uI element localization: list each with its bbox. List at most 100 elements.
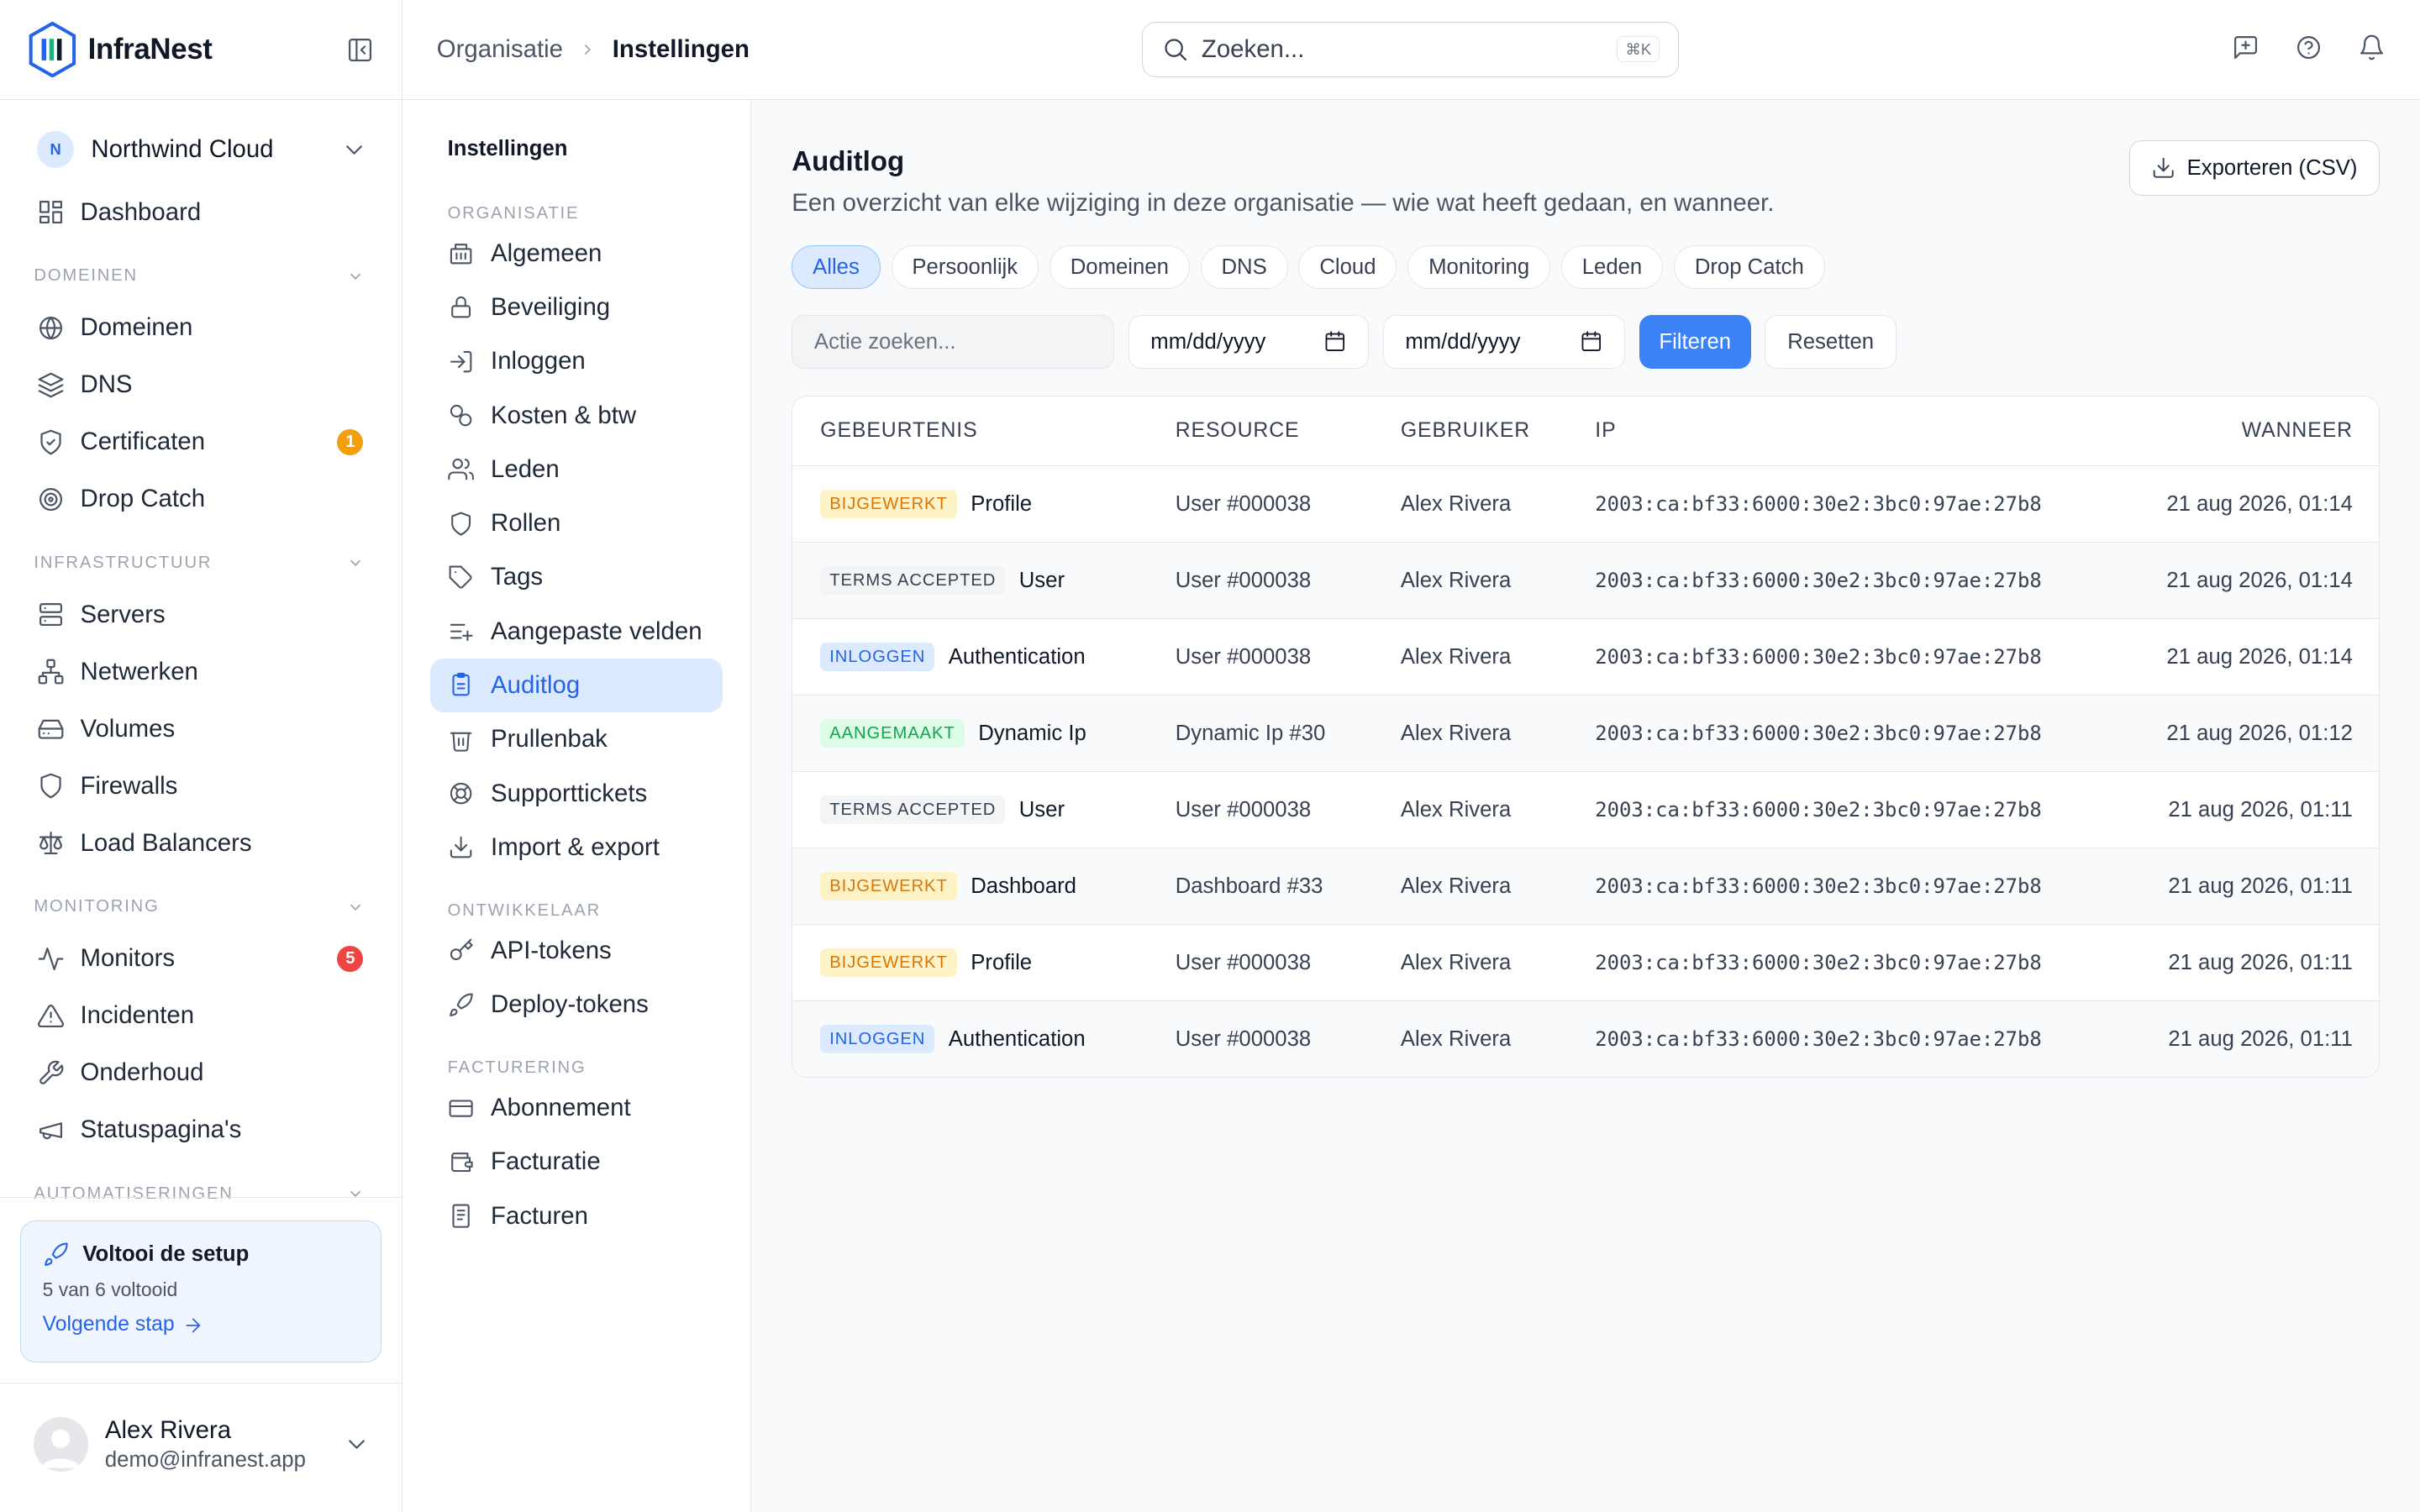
event-type-badge: INLOGGEN — [820, 1025, 935, 1054]
action-search-placeholder: Actie zoeken... — [813, 329, 956, 354]
chevron-right-icon — [585, 45, 592, 55]
org-switcher[interactable]: N Northwind Cloud — [0, 100, 402, 183]
table-row[interactable]: INLOGGEN Authentication User #000038 Ale… — [792, 618, 2380, 695]
settings-item-inloggen[interactable]: Inloggen — [430, 334, 723, 388]
sidebar-item-volumes[interactable]: Volumes — [0, 701, 402, 758]
bell-icon[interactable] — [2358, 34, 2386, 61]
nav-section-automatiseringen[interactable]: AUTOMATISERINGEN — [0, 1171, 402, 1217]
filter-chip-dns[interactable]: DNS — [1200, 245, 1288, 289]
settings-item-tags[interactable]: Tags — [430, 550, 723, 604]
settings-item-auditlog[interactable]: Auditlog — [430, 658, 723, 713]
filter-chip-leden[interactable]: Leden — [1560, 245, 1664, 289]
resource-cell: User #000038 — [1175, 1026, 1312, 1051]
sidebar-item-firewalls[interactable]: Firewalls — [0, 758, 402, 815]
sidebar-item-servers[interactable]: Servers — [0, 586, 402, 643]
sidebar-item-drop-catch[interactable]: Drop Catch — [0, 470, 402, 528]
user-menu[interactable]: Alex Rivera demo@infranest.app — [34, 1416, 370, 1473]
sidebar-item-label: Netwerken — [80, 657, 198, 685]
network-icon — [38, 659, 64, 685]
arrow-right-icon — [186, 1318, 201, 1332]
settings-item-import-en-export[interactable]: Import & export — [430, 821, 723, 874]
sidebar-item-dashboard[interactable]: Dashboard — [0, 184, 402, 241]
settings-item-supporttickets[interactable]: Supporttickets — [430, 766, 723, 820]
settings-item-label: Facturen — [491, 1201, 588, 1230]
sidebar-collapse-icon[interactable] — [346, 36, 374, 64]
sidebar-item-onderhoud[interactable]: Onderhoud — [0, 1044, 402, 1101]
date-to-field[interactable]: mm/dd/yyyy — [1382, 315, 1625, 370]
settings-item-label: API-tokens — [491, 936, 612, 964]
nav-section-monitoring[interactable]: MONITORING — [0, 884, 402, 930]
settings-item-facturatie[interactable]: Facturatie — [430, 1135, 723, 1189]
content: Instellingen ORGANISATIE Algemeen Beveil… — [402, 100, 2420, 1512]
settings-item-api-tokens[interactable]: API-tokens — [430, 924, 723, 978]
column-header: WANNEER — [2241, 418, 2353, 442]
filter-chip-cloud[interactable]: Cloud — [1298, 245, 1397, 289]
table-row[interactable]: INLOGGEN Authentication User #000038 Ale… — [792, 1000, 2380, 1078]
date-from-field[interactable]: mm/dd/yyyy — [1128, 315, 1370, 370]
filter-chip-drop-catch[interactable]: Drop Catch — [1673, 245, 1825, 289]
export-csv-button[interactable]: Exporteren (CSV) — [2128, 140, 2381, 197]
user-cell: Alex Rivera — [1400, 568, 1512, 592]
sidebar-item-monitors[interactable]: Monitors 5 — [0, 930, 402, 987]
settings-item-deploy-tokens[interactable]: Deploy-tokens — [430, 978, 723, 1032]
divider — [0, 1197, 402, 1198]
next-step-link[interactable]: Volgende stap — [43, 1313, 359, 1336]
search-input[interactable]: Zoeken... ⌘K — [1142, 21, 1680, 77]
help-icon[interactable] — [2295, 34, 2323, 61]
event-cell: TERMS ACCEPTED User — [792, 566, 1175, 596]
settings-item-algemeen[interactable]: Algemeen — [430, 227, 723, 281]
table-row[interactable]: BIJGEWERKT Dashboard Dashboard #33 Alex … — [792, 848, 2380, 925]
settings-item-prullenbak[interactable]: Prullenbak — [430, 712, 723, 766]
settings-item-leden[interactable]: Leden — [430, 443, 723, 496]
sidebar-item-label: Volumes — [80, 714, 176, 743]
settings-item-rollen[interactable]: Rollen — [430, 496, 723, 550]
filter-button[interactable]: Filteren — [1639, 315, 1751, 370]
reset-button[interactable]: Resetten — [1765, 315, 1897, 370]
event-type-badge: TERMS ACCEPTED — [820, 566, 1006, 596]
search-placeholder: Zoeken... — [1201, 34, 1305, 63]
table-row[interactable]: TERMS ACCEPTED User User #000038 Alex Ri… — [792, 542, 2380, 619]
auditlog-panel: Auditlog Een overzicht van elke wijzigin… — [751, 100, 2420, 1512]
table-row[interactable]: TERMS ACCEPTED User User #000038 Alex Ri… — [792, 771, 2380, 848]
settings-item-aangepaste-velden[interactable]: Aangepaste velden — [430, 605, 723, 659]
table-row[interactable]: AANGEMAAKT Dynamic Ip Dynamic Ip #30 Ale… — [792, 695, 2380, 772]
filter-chip-alles[interactable]: Alles — [792, 245, 881, 289]
filter-chip-domeinen[interactable]: Domeinen — [1049, 245, 1190, 289]
nav-section-domeinen[interactable]: DOMEINEN — [0, 253, 402, 299]
settings-item-beveiliging[interactable]: Beveiliging — [430, 281, 723, 334]
table-row[interactable]: BIJGEWERKT Profile User #000038 Alex Riv… — [792, 924, 2380, 1000]
top-actions — [2232, 34, 2386, 61]
timestamp-cell: 21 aug 2026, 01:11 — [2168, 1026, 2353, 1051]
sidebar-item-domeinen[interactable]: Domeinen — [0, 299, 402, 356]
settings-item-kosten-en-btw[interactable]: Kosten & btw — [430, 388, 723, 442]
sidebar-item-load-balancers[interactable]: Load Balancers — [0, 815, 402, 872]
sidebar-item-certificaten[interactable]: Certificaten 1 — [0, 413, 402, 470]
table-row[interactable]: BIJGEWERKT Profile User #000038 Alex Riv… — [792, 465, 2380, 542]
nav-section-infrastructuur[interactable]: INFRASTRUCTUUR — [0, 540, 402, 586]
count-badge: 5 — [337, 945, 364, 972]
breadcrumb-organisatie[interactable]: Organisatie — [437, 35, 563, 64]
sidebar-item-dns[interactable]: DNS — [0, 356, 402, 413]
event-cell: BIJGEWERKT Profile — [792, 490, 1175, 519]
user-cell: Alex Rivera — [1400, 797, 1512, 822]
nav-section-title: MONITORING — [34, 897, 160, 916]
settings-item-facturen[interactable]: Facturen — [430, 1189, 723, 1243]
settings-item-abonnement[interactable]: Abonnement — [430, 1081, 723, 1135]
feedback-icon[interactable] — [2232, 34, 2260, 61]
sidebar-item-label: Dashboard — [80, 197, 202, 226]
filter-chip-monitoring[interactable]: Monitoring — [1407, 245, 1551, 289]
action-search-input[interactable]: Actie zoeken... — [792, 315, 1115, 370]
chevron-down-icon — [350, 559, 361, 567]
filter-bar: Actie zoeken... mm/dd/yyyy mm/dd/yyyy Fi… — [792, 315, 2380, 370]
timestamp-cell: 21 aug 2026, 01:11 — [2168, 874, 2353, 898]
sidebar-item-statuspagina-s[interactable]: Statuspagina's — [0, 1101, 402, 1158]
settings-section-title: ONTWIKKELAAR — [447, 901, 602, 921]
column-header: IP — [1595, 418, 1617, 442]
sidebar-item-label: DNS — [80, 370, 133, 399]
filter-chip-persoonlijk[interactable]: Persoonlijk — [891, 245, 1039, 289]
sidebar-item-netwerken[interactable]: Netwerken — [0, 643, 402, 701]
sidebar-item-label: Onderhoud — [80, 1058, 204, 1087]
settings-item-label: Kosten & btw — [491, 401, 637, 429]
setup-title: Voltooi de setup — [82, 1242, 250, 1266]
sidebar-item-incidenten[interactable]: Incidenten — [0, 987, 402, 1044]
